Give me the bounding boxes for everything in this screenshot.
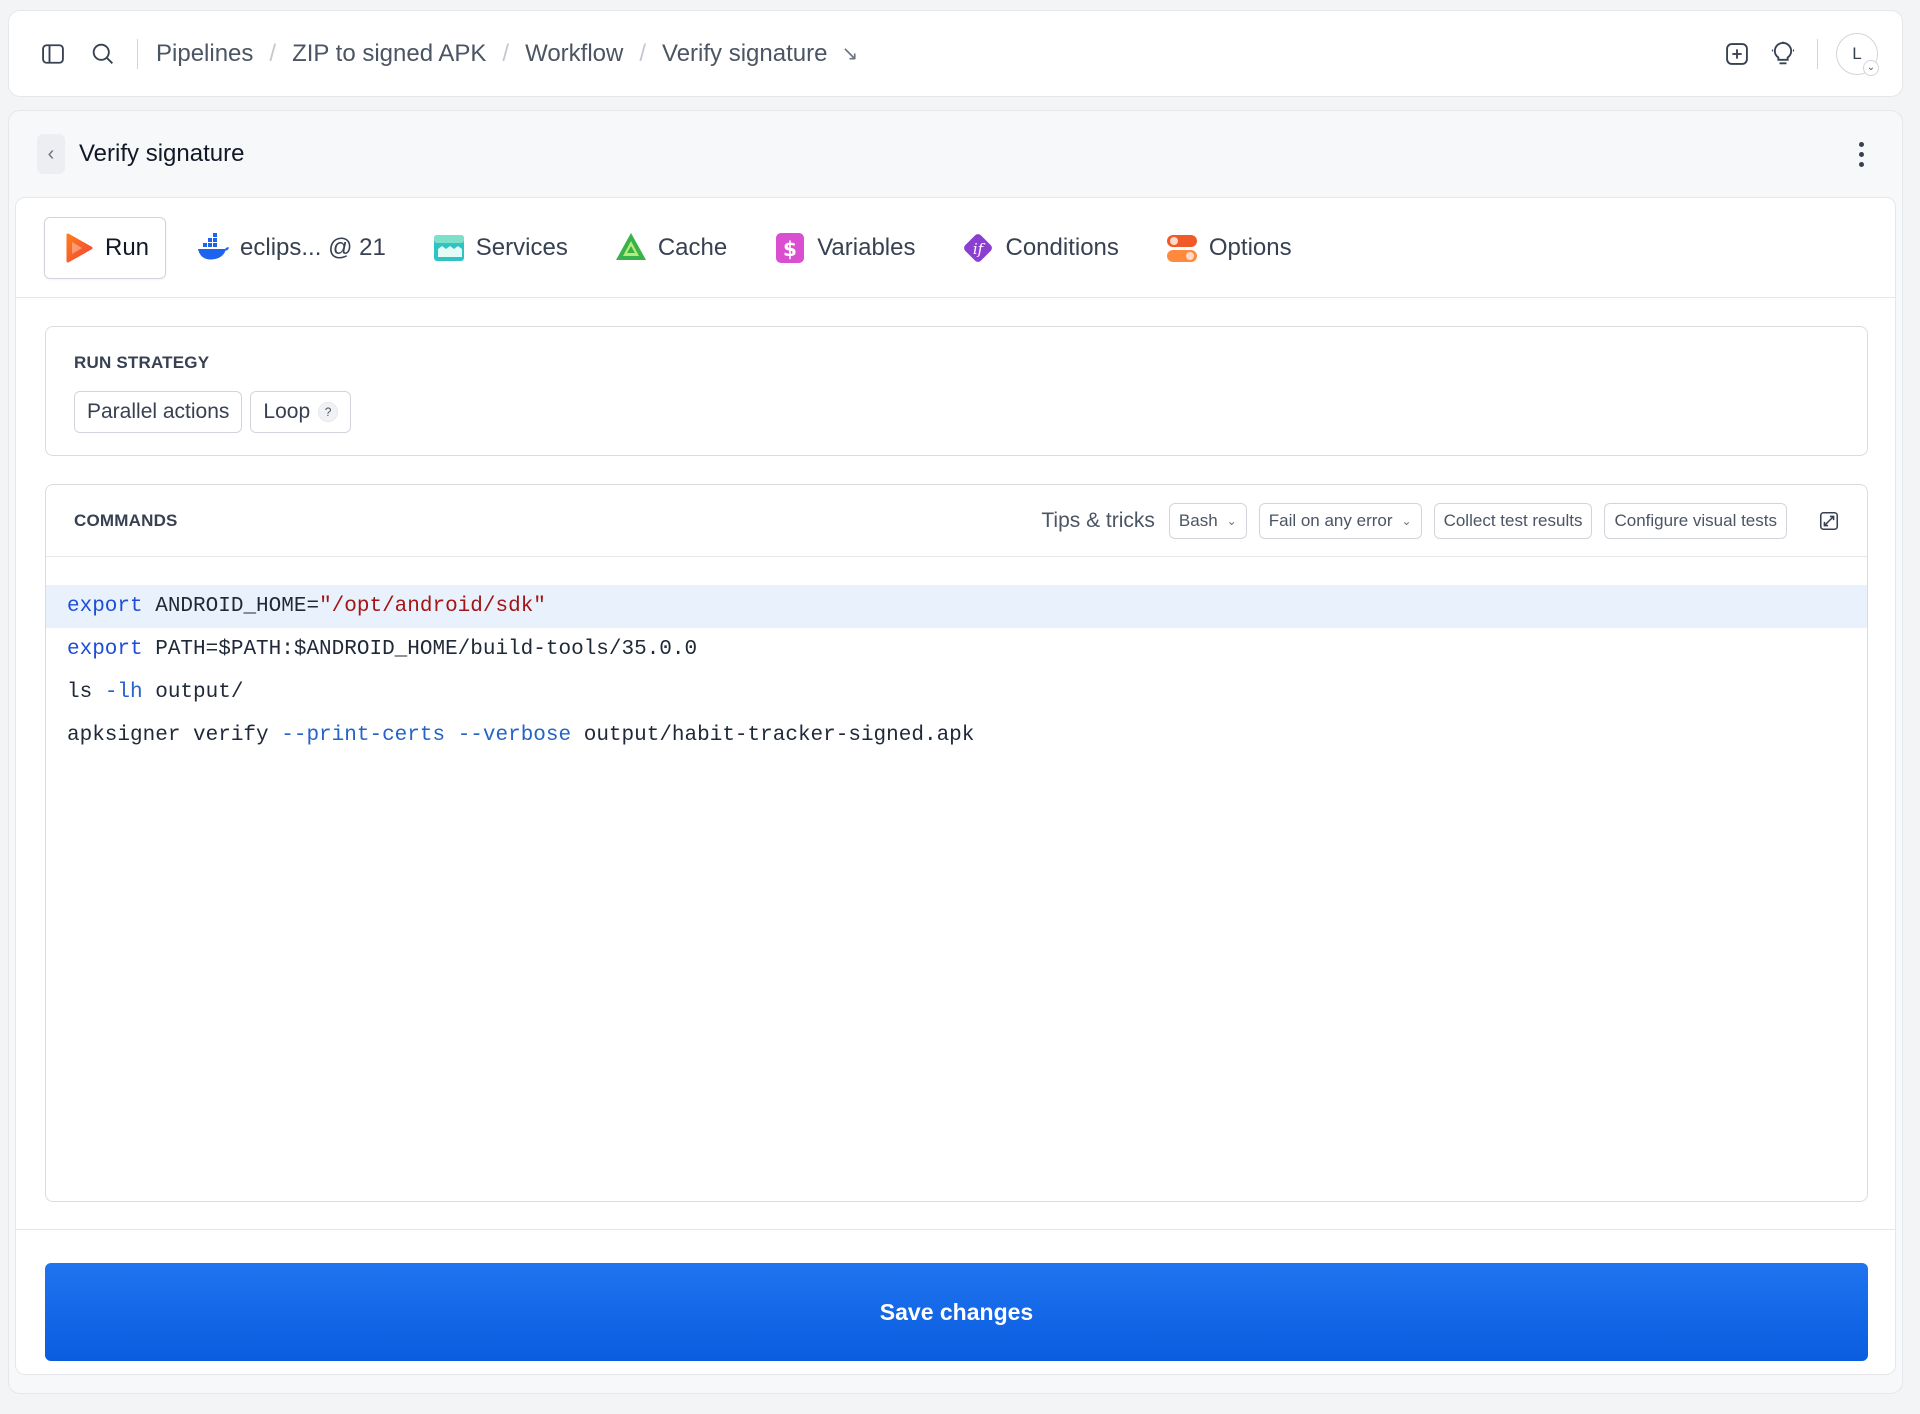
- configure-visual-tests-button[interactable]: Configure visual tests: [1604, 502, 1787, 539]
- top-bar: Pipelines / ZIP to signed APK / Workflow…: [8, 10, 1903, 97]
- avatar-initial: L: [1852, 43, 1862, 63]
- cache-icon: [614, 231, 648, 265]
- tips-link[interactable]: Tips & tricks: [1041, 509, 1155, 533]
- page-title: Verify signature: [79, 140, 245, 167]
- search-icon[interactable]: [87, 38, 119, 70]
- chevron-down-icon: ⌄: [1863, 59, 1879, 76]
- divider: [1817, 38, 1818, 69]
- loop-button[interactable]: Loop ?: [250, 391, 352, 433]
- svg-text:$: $: [783, 237, 797, 261]
- button-label: Save changes: [879, 1298, 1034, 1325]
- help-icon[interactable]: ?: [318, 402, 339, 422]
- tab-label: Services: [475, 233, 568, 261]
- expand-icon[interactable]: [1813, 505, 1845, 537]
- code-line[interactable]: ls -lh output/: [46, 671, 1867, 714]
- tab-variables[interactable]: $ Variables: [757, 217, 931, 279]
- divider: [16, 1229, 1895, 1230]
- action-editor: Run eclips... @ 21 Services Cache $ Vari…: [15, 197, 1896, 1375]
- tab-label: Options: [1208, 233, 1292, 261]
- tab-label: eclips... @ 21: [240, 233, 386, 261]
- chevron-down-icon: ⌄: [1226, 513, 1237, 528]
- collect-test-results-button[interactable]: Collect test results: [1433, 502, 1593, 539]
- toggles-icon: [1165, 231, 1199, 265]
- tab-run[interactable]: Run: [44, 216, 167, 279]
- lightbulb-icon[interactable]: [1767, 38, 1799, 70]
- breadcrumb-action[interactable]: Verify signature: [662, 40, 827, 68]
- shell-value: Bash: [1178, 510, 1218, 530]
- tab-label: Conditions: [1005, 233, 1119, 261]
- code-line[interactable]: export ANDROID_HOME="/opt/android/sdk": [46, 585, 1867, 628]
- dollar-icon: $: [773, 231, 807, 265]
- tab-bar: Run eclips... @ 21 Services Cache $ Vari…: [16, 198, 1895, 298]
- chevron-down-icon: ⌄: [1401, 513, 1412, 528]
- breadcrumb-separator: /: [269, 39, 277, 67]
- panel-header: ‹ Verify signature: [9, 111, 1902, 197]
- tab-options[interactable]: Options: [1149, 217, 1308, 279]
- commands-label: COMMANDS: [74, 510, 178, 530]
- if-icon: if: [961, 231, 995, 265]
- sidebar-toggle-icon[interactable]: [37, 38, 69, 70]
- run-strategy-label: RUN STRATEGY: [74, 353, 210, 372]
- arrow-down-right-icon[interactable]: ↘: [841, 41, 858, 66]
- tab-docker[interactable]: eclips... @ 21: [180, 217, 402, 279]
- tab-label: Variables: [817, 233, 916, 261]
- error-mode-select[interactable]: Fail on any error ⌄: [1258, 502, 1422, 539]
- button-label: Configure visual tests: [1614, 510, 1777, 530]
- shell-select[interactable]: Bash ⌄: [1168, 502, 1247, 539]
- tab-services[interactable]: Services: [416, 217, 584, 279]
- divider: [137, 38, 138, 69]
- action-panel: ‹ Verify signature Run eclips... @ 21 Se…: [8, 110, 1903, 1394]
- code-line[interactable]: export PATH=$PATH:$ANDROID_HOME/build-to…: [46, 628, 1867, 671]
- commands-header: COMMANDS Tips & tricks Bash ⌄ Fail on an…: [46, 485, 1867, 557]
- code-editor[interactable]: export ANDROID_HOME="/opt/android/sdk" e…: [46, 585, 1867, 757]
- back-button[interactable]: ‹: [37, 134, 65, 174]
- play-icon: [61, 231, 95, 265]
- docker-icon: [196, 231, 230, 265]
- tab-cache[interactable]: Cache: [598, 217, 743, 279]
- avatar[interactable]: L ⌄: [1836, 32, 1879, 76]
- chip-label: Loop: [263, 400, 311, 423]
- code-line[interactable]: apksigner verify --print-certs --verbose…: [46, 714, 1867, 757]
- parallel-actions-button[interactable]: Parallel actions: [74, 391, 243, 433]
- chevron-left-icon: ‹: [47, 142, 55, 165]
- breadcrumb-pipeline[interactable]: ZIP to signed APK: [292, 40, 486, 68]
- breadcrumb-workflow[interactable]: Workflow: [525, 40, 623, 68]
- run-strategy-card: RUN STRATEGY Parallel actions Loop ?: [45, 326, 1868, 456]
- tab-label: Run: [105, 233, 150, 261]
- breadcrumb: Pipelines / ZIP to signed APK / Workflow…: [156, 40, 858, 68]
- save-changes-button[interactable]: Save changes: [45, 1263, 1868, 1361]
- more-options-icon[interactable]: [1846, 134, 1876, 174]
- error-mode-value: Fail on any error: [1268, 510, 1393, 530]
- chip-label: Parallel actions: [87, 400, 230, 423]
- services-icon: [432, 231, 466, 265]
- commands-card: COMMANDS Tips & tricks Bash ⌄ Fail on an…: [45, 484, 1868, 1202]
- tab-label: Cache: [657, 233, 728, 261]
- breadcrumb-pipelines[interactable]: Pipelines: [156, 40, 253, 68]
- add-icon[interactable]: [1721, 38, 1753, 70]
- breadcrumb-separator: /: [639, 39, 647, 67]
- button-label: Collect test results: [1443, 510, 1583, 530]
- tab-conditions[interactable]: if Conditions: [945, 217, 1134, 279]
- breadcrumb-separator: /: [502, 39, 510, 67]
